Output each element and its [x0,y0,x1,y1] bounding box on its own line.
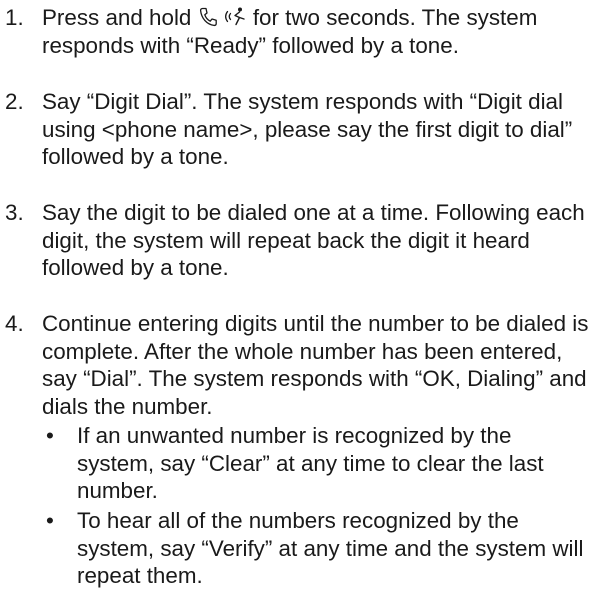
voice-icon [223,6,247,28]
instruction-document: 1. Press and hold for two seconds. The s… [0,0,599,588]
step-text: Press and hold for two seconds. The syst… [42,4,594,59]
step-text-start: Press and hold [42,5,198,30]
step-text: Say “Digit Dial”. The system responds wi… [42,89,573,169]
step-text: Say the digit to be dialed one at a time… [42,200,585,280]
step-number: 2. [5,89,24,114]
bullet-text: If an unwanted number is recognized by t… [77,423,544,503]
step-number: 4. [5,311,24,336]
step-number: 1. [5,5,24,30]
step-number: 3. [5,200,24,225]
bullet-dot: • [46,508,54,533]
bullet-dot: • [46,423,54,448]
step-text: Continue entering digits until the numbe… [42,311,589,419]
phone-icon [198,6,218,28]
bullet-text: To hear all of the numbers recognized by… [77,508,584,588]
